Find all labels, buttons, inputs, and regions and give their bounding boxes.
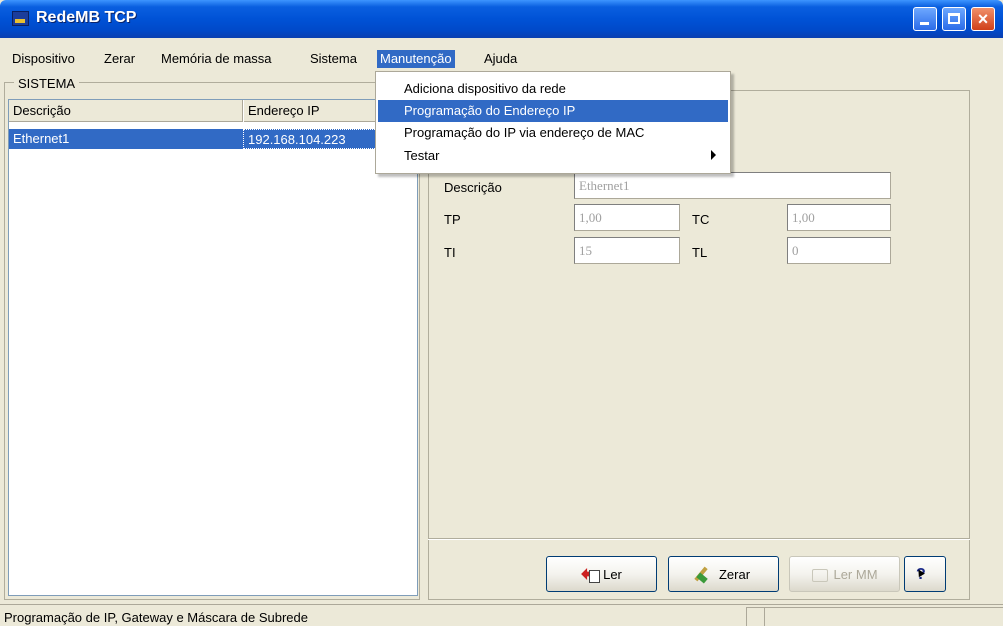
- submenu-arrow-icon: [711, 150, 716, 160]
- menu-item-programacao-ip-mac[interactable]: Programação do IP via endereço de MAC: [378, 122, 728, 144]
- menu-ajuda[interactable]: Ajuda: [481, 50, 520, 68]
- minimize-button[interactable]: [913, 7, 937, 31]
- device-list[interactable]: Descrição Endereço IP Ethernet1 192.168.…: [8, 99, 418, 596]
- window-title: RedeMB TCP: [36, 9, 137, 26]
- ler-button-label: Ler: [603, 566, 622, 582]
- help-button[interactable]: ?: [904, 556, 946, 592]
- maximize-button[interactable]: [942, 7, 966, 31]
- app-icon: [12, 11, 29, 26]
- tp-field[interactable]: 1,00: [574, 204, 680, 231]
- tc-label: TC: [692, 212, 710, 227]
- ler-mm-button[interactable]: Ler MM: [789, 556, 900, 592]
- manutencao-dropdown: Adiciona dispositivo da rede Programação…: [375, 71, 731, 174]
- buttons-separator: [428, 538, 970, 540]
- tc-field[interactable]: 1,00: [787, 204, 891, 231]
- menu-sistema[interactable]: Sistema: [307, 50, 360, 68]
- menu-item-testar[interactable]: Testar: [378, 145, 728, 167]
- row-descricao: Ethernet1: [9, 129, 243, 149]
- ler-button[interactable]: Ler: [546, 556, 657, 592]
- ti-label: TI: [444, 245, 456, 260]
- maximize-icon: [948, 13, 960, 24]
- menu-dispositivo[interactable]: Dispositivo: [9, 50, 78, 68]
- descricao-field[interactable]: Ethernet1: [574, 172, 891, 199]
- pointer-help-icon: ?: [916, 566, 934, 583]
- menu-memoria-de-massa[interactable]: Memória de massa: [158, 50, 275, 68]
- sistema-legend: SISTEMA: [14, 76, 80, 91]
- title-bar[interactable]: RedeMB TCP ×: [0, 0, 1003, 38]
- descricao-label: Descrição: [444, 180, 502, 195]
- memory-icon: [811, 566, 829, 582]
- close-button[interactable]: ×: [971, 7, 995, 31]
- tp-label: TP: [444, 212, 461, 227]
- tl-field[interactable]: 0: [787, 237, 891, 264]
- menu-item-testar-label: Testar: [404, 148, 440, 163]
- minimize-icon: [920, 22, 929, 25]
- status-panel-2: [746, 607, 764, 626]
- menu-manutencao[interactable]: Manutenção: [377, 50, 455, 68]
- menu-zerar[interactable]: Zerar: [101, 50, 138, 68]
- list-header: Descrição Endereço IP: [9, 100, 417, 122]
- close-icon: ×: [977, 9, 989, 29]
- menu-item-programacao-endereco-ip[interactable]: Programação do Endereço IP: [378, 100, 728, 122]
- row-endereco-ip: 192.168.104.223: [243, 129, 383, 149]
- menu-item-adiciona-dispositivo[interactable]: Adiciona dispositivo da rede: [378, 78, 728, 100]
- list-row[interactable]: Ethernet1 192.168.104.223: [9, 129, 417, 149]
- tl-label: TL: [692, 245, 708, 260]
- status-bar: Programação de IP, Gateway e Máscara de …: [0, 604, 1003, 626]
- menu-bar: Dispositivo Zerar Memória de massa Siste…: [0, 38, 1003, 72]
- app-window: RedeMB TCP × Dispositivo Zerar Memória d…: [0, 0, 1003, 626]
- column-header-descricao[interactable]: Descrição: [9, 100, 243, 122]
- zerar-button[interactable]: Zerar: [668, 556, 779, 592]
- ler-mm-button-label: Ler MM: [833, 566, 878, 582]
- status-panel-3: [764, 607, 1003, 626]
- read-arrow-icon: [581, 566, 601, 583]
- status-text: Programação de IP, Gateway e Máscara de …: [4, 610, 308, 625]
- broom-icon: [697, 566, 715, 582]
- ti-field[interactable]: 15: [574, 237, 680, 264]
- zerar-button-label: Zerar: [718, 566, 751, 582]
